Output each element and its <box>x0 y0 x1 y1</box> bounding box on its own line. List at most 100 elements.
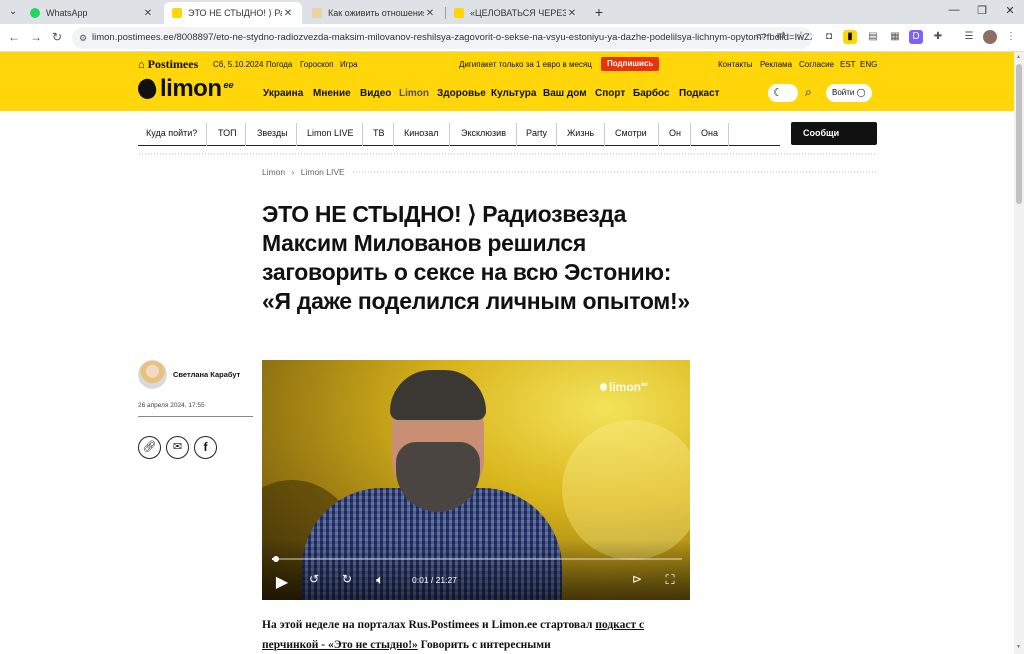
nav-sport[interactable]: Спорт <box>595 88 625 99</box>
login-button[interactable]: Войти ◯ <box>826 84 872 102</box>
close-tab-icon[interactable]: ✕ <box>424 8 436 19</box>
link-contacts[interactable]: Контакты <box>718 60 753 69</box>
lang-eng[interactable]: ENG <box>860 60 877 69</box>
category-exclusive[interactable]: Эксклюзив <box>461 128 506 138</box>
video-progress-bar[interactable] <box>272 556 682 562</box>
close-tab-icon[interactable]: ✕ <box>142 8 154 19</box>
breadcrumb-limon-live[interactable]: Limon LIVE <box>301 167 345 177</box>
link-horoscope[interactable]: Гороскоп <box>300 60 334 69</box>
forward-icon[interactable]: → <box>28 30 44 44</box>
nav-your-home[interactable]: Ваш дом <box>543 88 587 99</box>
minimize-icon[interactable]: — <box>944 4 964 16</box>
address-bar[interactable]: ⚙ limon.postimees.ee/8008897/eto-ne-styd… <box>72 27 812 49</box>
browser-tab-relations[interactable]: Как оживить отношения и по... ✕ <box>304 2 444 24</box>
browser-tab-bar: ⌄ WhatsApp ✕ ЭТО НЕ СТЫДНО! ⟩ Радиозвез.… <box>0 0 1024 24</box>
share-facebook-icon[interactable]: f <box>194 436 217 459</box>
rewind-10-icon[interactable]: ↺ <box>304 572 324 586</box>
extension-printer-icon[interactable]: ▤ <box>866 30 880 44</box>
scrollbar-thumb[interactable] <box>1016 64 1022 204</box>
lang-est[interactable]: EST <box>840 60 856 69</box>
window-close-icon[interactable]: ✕ <box>1000 4 1020 17</box>
nav-opinion[interactable]: Мнение <box>313 88 351 99</box>
browser-toolbar: ← → ↻ ⚙ limon.postimees.ee/8008897/eto-n… <box>0 24 1024 52</box>
search-icon[interactable]: ⌕ <box>805 85 812 100</box>
video-controls-shade <box>262 540 690 600</box>
category-life[interactable]: Жизнь <box>567 128 594 138</box>
site-info-icon[interactable]: ⚙ <box>79 27 87 49</box>
category-separator <box>245 123 246 146</box>
category-where-to-go[interactable]: Куда пойти? <box>146 128 197 138</box>
tab-title: Как оживить отношения и по... <box>328 8 424 18</box>
category-he[interactable]: Он <box>669 128 681 138</box>
autoplay-icon[interactable]: ⊳ <box>627 572 647 586</box>
chevron-right-icon: › <box>291 167 295 177</box>
link-weather[interactable]: Погода <box>266 60 292 69</box>
extension-d-icon[interactable]: D <box>909 30 923 44</box>
nav-culture[interactable]: Культура <box>491 88 536 99</box>
reload-icon[interactable]: ↻ <box>49 30 65 44</box>
category-party[interactable]: Party <box>526 128 547 138</box>
subscribe-button[interactable]: Подпишись <box>601 57 660 71</box>
nav-podcast[interactable]: Подкаст <box>679 88 720 99</box>
publish-date: 26 апреля 2024, 17:55 <box>138 402 205 409</box>
category-cinema[interactable]: Кинозал <box>404 128 439 138</box>
postimees-logo[interactable]: ⌂ Postimees <box>138 57 198 72</box>
author-avatar[interactable] <box>138 360 167 389</box>
scroll-down-icon[interactable]: ▼ <box>1016 644 1021 650</box>
browser-tab-whatsapp[interactable]: WhatsApp ✕ <box>22 2 162 24</box>
breadcrumb-limon[interactable]: Limon <box>262 167 285 177</box>
promo-text[interactable]: Дигипакет только за 1 евро в месяц <box>459 60 592 69</box>
scroll-up-icon[interactable]: ▲ <box>1016 54 1021 60</box>
tab-search-icon[interactable]: ⌄ <box>4 3 22 21</box>
close-tab-icon[interactable]: ✕ <box>566 8 578 19</box>
limon-logo[interactable]: limon ee <box>135 75 234 102</box>
nav-barbos[interactable]: Барбос <box>633 88 670 99</box>
dark-mode-toggle[interactable]: ☾ <box>768 84 798 102</box>
category-stars[interactable]: Звезды <box>257 128 288 138</box>
extension-grid-icon[interactable]: ▦ <box>888 30 902 44</box>
nav-ukraine[interactable]: Украина <box>263 88 303 99</box>
site-favicon-icon <box>312 8 322 18</box>
browser-tab-kiss[interactable]: «ЦЕЛОВАТЬСЯ ЧЕРЕЗ РАЗ!» ⟩ С... ✕ <box>446 2 586 24</box>
nav-video[interactable]: Видео <box>360 88 391 99</box>
limon-favicon-icon <box>454 8 464 18</box>
bookmark-star-icon[interactable]: ☆ <box>794 29 808 42</box>
video-watermark: limonee <box>600 380 648 394</box>
extensions-puzzle-icon[interactable]: ✚ <box>931 30 945 44</box>
nav-limon[interactable]: Limon <box>399 88 429 99</box>
link-game[interactable]: Игра <box>340 60 358 69</box>
link-advertising[interactable]: Реклама <box>760 60 792 69</box>
category-watch[interactable]: Смотри <box>615 128 647 138</box>
tab-title: WhatsApp <box>46 8 88 18</box>
category-she[interactable]: Она <box>701 128 718 138</box>
link-consent[interactable]: Согласие <box>799 60 834 69</box>
camera-extension-icon[interactable]: ◘ <box>822 30 836 44</box>
page-scrollbar[interactable]: ▲ ▼ <box>1014 52 1024 654</box>
nav-health[interactable]: Здоровье <box>437 88 486 99</box>
install-app-icon[interactable]: ▭ <box>754 29 768 42</box>
fullscreen-icon[interactable]: ⛶ <box>660 572 680 588</box>
share-link-icon[interactable]: 🔗︎ <box>138 436 161 459</box>
extension-yellow-icon[interactable]: ▮ <box>843 30 857 44</box>
author-name[interactable]: Светлана Карабут <box>173 370 240 379</box>
play-icon[interactable]: ▶ <box>272 572 292 592</box>
category-top[interactable]: ТОП <box>218 128 237 138</box>
report-button[interactable]: Сообщи <box>791 122 877 145</box>
translate-icon[interactable]: ⇄ <box>774 29 788 42</box>
browser-tab-article[interactable]: ЭТО НЕ СТЫДНО! ⟩ Радиозвез... ✕ <box>164 2 302 24</box>
forward-10-icon[interactable]: ↻ <box>337 572 357 586</box>
video-player[interactable]: limonee ▶ ↺ ↻ 🔈︎ 0:01 / 21:27 ⊳ ⛶ <box>262 360 690 600</box>
back-icon[interactable]: ← <box>6 30 22 44</box>
category-tv[interactable]: ТВ <box>373 128 385 138</box>
share-email-icon[interactable]: ✉ <box>166 436 189 459</box>
category-separator <box>296 123 297 146</box>
volume-icon[interactable]: 🔈︎ <box>370 572 390 588</box>
close-tab-icon[interactable]: ✕ <box>282 8 294 19</box>
restore-icon[interactable]: ❐ <box>972 4 992 17</box>
profile-avatar-icon[interactable] <box>983 30 997 44</box>
category-limon-live[interactable]: Limon LIVE <box>307 128 354 138</box>
limon-logo-word: limon <box>160 75 222 102</box>
tab-groups-icon[interactable]: ☰ <box>962 30 976 44</box>
new-tab-button[interactable]: + <box>590 3 608 21</box>
browser-menu-icon[interactable]: ⋮ <box>1004 30 1018 44</box>
